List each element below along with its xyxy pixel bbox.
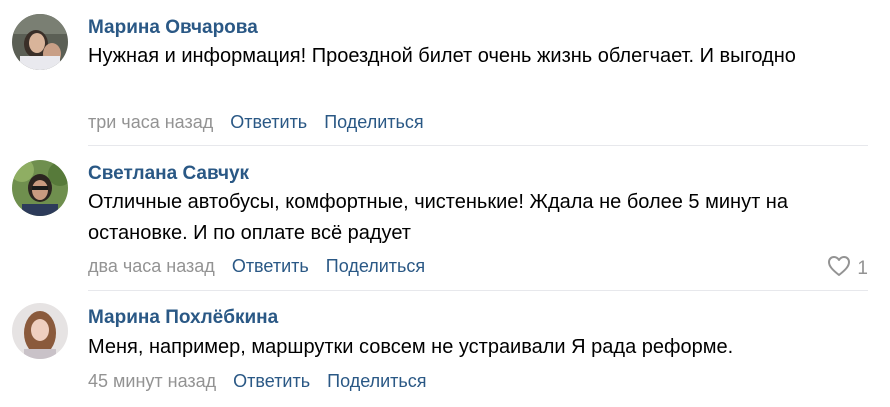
reply-button[interactable]: Ответить [233, 371, 310, 391]
like-count: 1 [857, 258, 868, 279]
comment-item: Марина Похлёбкина Меня, например, маршру… [0, 291, 890, 407]
comment-text: Меня, например, маршрутки совсем не устр… [88, 336, 734, 358]
comment-meta: три часа назад Ответить Поделиться [88, 112, 436, 133]
comment-text: Нужная и информация! Проездной билет оче… [88, 45, 796, 67]
avatar[interactable] [12, 160, 68, 216]
comment-meta: 45 минут назад Ответить Поделиться [88, 371, 439, 392]
reply-button[interactable]: Ответить [232, 256, 309, 276]
comment-text: Отличные автобусы, комфортные, чистеньки… [88, 191, 788, 244]
share-button[interactable]: Поделиться [324, 112, 423, 132]
comment-item: Светлана Савчук Отличные автобусы, комфо… [0, 146, 890, 290]
share-button[interactable]: Поделиться [326, 256, 425, 276]
comment-timestamp[interactable]: три часа назад [88, 112, 213, 132]
comment-author[interactable]: Марина Похлёбкина [88, 307, 278, 329]
comment-author[interactable]: Марина Овчарова [88, 17, 258, 39]
avatar[interactable] [12, 303, 68, 359]
share-button[interactable]: Поделиться [327, 371, 426, 391]
comment-item: Марина Овчарова Нужная и информация! Про… [0, 0, 890, 145]
reply-button[interactable]: Ответить [230, 112, 307, 132]
comment-timestamp[interactable]: 45 минут назад [88, 371, 216, 391]
heart-icon [827, 255, 851, 283]
comment-timestamp[interactable]: два часа назад [88, 256, 215, 276]
like-button[interactable]: 1 [827, 255, 868, 283]
comment-author[interactable]: Светлана Савчук [88, 163, 249, 185]
comment-meta: два часа назад Ответить Поделиться [88, 256, 437, 277]
avatar[interactable] [12, 14, 68, 70]
